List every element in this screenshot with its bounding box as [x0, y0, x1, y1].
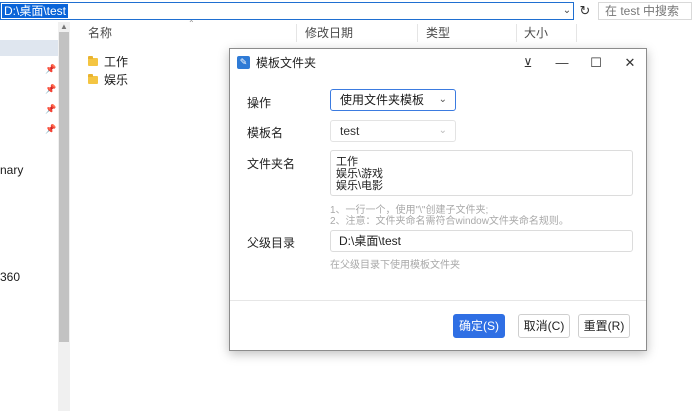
folder-icon — [88, 74, 98, 84]
close-icon[interactable]: ✕ — [613, 49, 647, 77]
column-modified[interactable]: 修改日期 — [305, 22, 353, 44]
pin-icon: 📌 — [45, 104, 57, 114]
chevron-down-icon: ⌄ — [438, 94, 447, 105]
nav-scrollbar[interactable]: ▲ — [58, 22, 70, 411]
template-select[interactable]: test ⌄ — [330, 120, 456, 142]
column-separator[interactable] — [417, 24, 418, 42]
folder-name-line: 娱乐\电影 — [336, 180, 384, 192]
sort-ascending-icon: ⌃ — [188, 19, 195, 28]
pin-top-icon[interactable]: ⊻ — [511, 49, 545, 77]
address-history-chevron-icon[interactable]: ⌄ — [560, 3, 574, 19]
address-row: D:\桌面\test ⌄ ↻ 在 test 中搜索 — [0, 0, 692, 22]
template-label: 模板名 — [247, 126, 284, 140]
scroll-up-icon[interactable]: ▲ — [58, 22, 70, 32]
nav-selected-item[interactable] — [0, 40, 60, 56]
parent-dir-hint: 在父级目录下使用模板文件夹 — [330, 260, 460, 271]
dialog-divider — [230, 300, 646, 301]
column-type[interactable]: 类型 — [426, 22, 450, 44]
folder-names-textarea[interactable]: 工作 娱乐\游戏 娱乐\电影 — [330, 150, 633, 196]
template-value: test — [340, 124, 360, 138]
address-bar[interactable]: D:\桌面\test — [0, 2, 574, 20]
column-header: ⌃ 名称 修改日期 类型 大小 — [76, 19, 692, 44]
folder-hint-line: 2、注意：文件夹命名需符合window文件夹命名规则。 — [330, 216, 569, 227]
folder-icon — [88, 56, 98, 66]
pin-icon: 📌 — [45, 84, 57, 94]
ok-button[interactable]: 确定(S) — [453, 314, 505, 338]
column-separator[interactable] — [296, 24, 297, 42]
template-folder-dialog: ✎ 模板文件夹 ⊻ — ☐ ✕ 操作 使用文件夹模板 ⌄ 模板名 test ⌄ … — [229, 48, 647, 351]
folder-names-label: 文件夹名 — [247, 157, 296, 171]
file-row[interactable]: 娱乐 — [88, 71, 128, 89]
nav-item[interactable]: nary — [0, 163, 23, 177]
file-list-scrollbar[interactable] — [680, 44, 692, 411]
column-separator[interactable] — [576, 24, 577, 42]
column-size[interactable]: 大小 — [524, 22, 548, 44]
operation-select[interactable]: 使用文件夹模板 ⌄ — [330, 89, 456, 111]
minimize-icon[interactable]: — — [545, 49, 579, 77]
cancel-button[interactable]: 取消(C) — [518, 314, 570, 338]
nav-scroll-thumb[interactable] — [59, 32, 69, 342]
reset-button[interactable]: 重置(R) — [578, 314, 630, 338]
pin-icon: 📌 — [45, 64, 57, 74]
folder-name-line: 工作 — [336, 156, 358, 168]
column-separator[interactable] — [516, 24, 517, 42]
app-icon: ✎ — [237, 56, 250, 69]
nav-item[interactable]: 360 — [0, 270, 20, 284]
folder-name-line: 娱乐\游戏 — [336, 168, 384, 180]
pin-icon: 📌 — [45, 124, 57, 134]
column-name[interactable]: 名称 — [88, 22, 112, 44]
dialog-title: 模板文件夹 — [256, 56, 317, 70]
parent-dir-input[interactable]: D:\桌面\test — [330, 230, 633, 252]
parent-dir-label: 父级目录 — [247, 236, 296, 250]
file-name: 工作 — [104, 55, 129, 69]
refresh-icon[interactable]: ↻ — [578, 3, 592, 19]
file-name: 娱乐 — [104, 73, 129, 87]
file-row[interactable]: 工作 — [88, 53, 128, 71]
maximize-icon[interactable]: ☐ — [579, 49, 613, 77]
operation-label: 操作 — [247, 96, 272, 110]
chevron-down-icon: ⌄ — [438, 125, 447, 136]
operation-value: 使用文件夹模板 — [340, 93, 425, 107]
dialog-title-bar[interactable]: ✎ 模板文件夹 ⊻ — ☐ ✕ — [230, 49, 646, 77]
address-path[interactable]: D:\桌面\test — [2, 4, 69, 18]
search-input[interactable]: 在 test 中搜索 — [598, 2, 692, 20]
